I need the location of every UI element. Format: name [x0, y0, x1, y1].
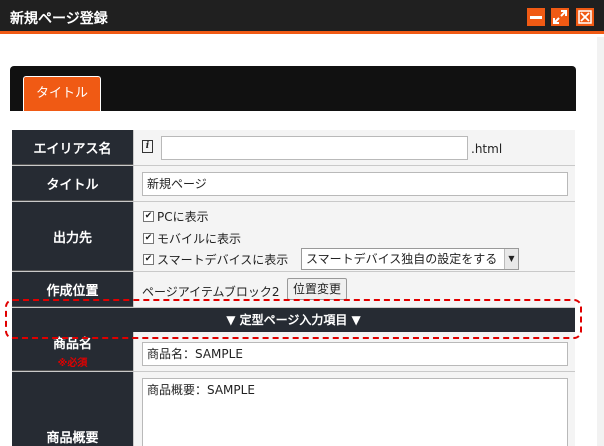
row-alias: エイリアス名 i .html: [12, 130, 575, 166]
product-summary-label-text: 商品概要: [46, 431, 99, 446]
alias-input[interactable]: [161, 136, 468, 160]
checkbox-pc[interactable]: ✔ PCに表示: [143, 208, 209, 225]
title-label-text: タイトル: [46, 177, 99, 193]
minimize-button[interactable]: [527, 8, 545, 26]
position-label-text: 作成位置: [46, 283, 99, 299]
maximize-button[interactable]: [551, 8, 569, 26]
highlight-frame: [5, 299, 582, 339]
position-value: ページアイテムブロック2: [142, 285, 280, 299]
minimize-icon: [530, 16, 542, 19]
maximize-icon: [553, 10, 567, 24]
alias-label: エイリアス名: [12, 130, 133, 165]
smart-device-select-value: スマートデバイス独自の設定をする: [306, 252, 498, 266]
window-titlebar: 新規ページ登録: [0, 0, 604, 34]
product-summary-content: 商品概要：SAMPLE: [133, 372, 575, 446]
product-summary-label: 商品概要: [12, 372, 133, 446]
chevron-down-icon: ▼: [504, 249, 518, 269]
required-badge: ※必須: [57, 358, 88, 369]
alias-suffix: .html: [471, 142, 503, 156]
checkbox-pc-label: PCに表示: [157, 210, 209, 224]
output-label-text: 出力先: [52, 230, 92, 246]
check-icon: ✔: [143, 254, 154, 265]
smart-device-select[interactable]: スマートデバイス独自の設定をする ▼: [301, 248, 519, 270]
checkbox-mobile[interactable]: ✔ モバイルに表示: [143, 230, 241, 247]
row-title: タイトル 新規ページ: [12, 166, 575, 202]
close-icon: [578, 10, 592, 24]
output-content: ✔ PCに表示 ✔ モバイルに表示 ✔ スマートデバイスに表示 スマートデバイス独自の…: [133, 202, 575, 271]
row-output: 出力先 ✔ PCに表示 ✔ モバイルに表示 ✔ スマートデバイスに表示 スマートデバイ…: [12, 202, 575, 272]
check-icon: ✔: [143, 211, 154, 222]
info-icon[interactable]: i: [142, 140, 153, 153]
checkbox-mobile-label: モバイルに表示: [157, 232, 242, 246]
window-title: 新規ページ登録: [10, 11, 108, 27]
alias-content: i .html: [133, 130, 575, 165]
product-name-input[interactable]: 商品名：SAMPLE: [142, 342, 568, 366]
close-button[interactable]: [576, 8, 594, 26]
tab-title[interactable]: タイトル: [23, 76, 101, 111]
checkbox-smart-label: スマートデバイスに表示: [157, 253, 289, 267]
product-summary-textarea[interactable]: 商品概要：SAMPLE: [142, 378, 568, 446]
row-product-summary: 商品概要 商品概要：SAMPLE: [12, 372, 575, 446]
tab-panel: タイトル: [10, 66, 576, 111]
change-position-button[interactable]: 位置変更: [287, 278, 348, 300]
scrollbar[interactable]: [597, 37, 604, 446]
checkbox-smart[interactable]: ✔ スマートデバイスに表示: [143, 251, 288, 268]
check-icon: ✔: [143, 233, 154, 244]
output-label: 出力先: [12, 202, 133, 271]
title-input[interactable]: 新規ページ: [142, 172, 568, 196]
alias-label-text: エイリアス名: [33, 141, 112, 157]
title-label: タイトル: [12, 166, 133, 201]
title-content: 新規ページ: [133, 166, 575, 201]
